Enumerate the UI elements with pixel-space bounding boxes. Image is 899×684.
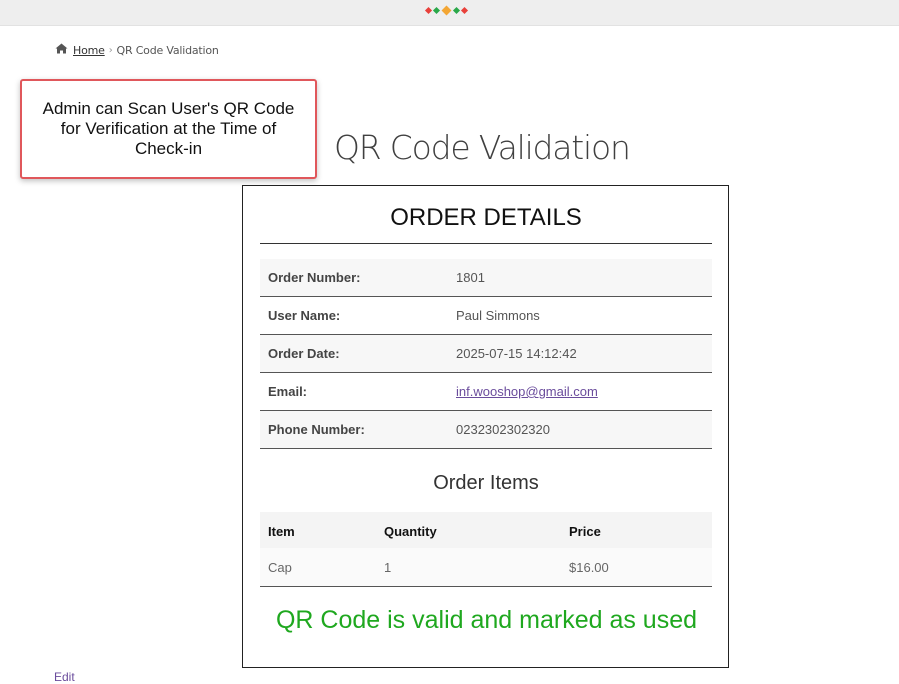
- detail-row-user-name: User Name: Paul Simmons: [260, 297, 712, 335]
- loading-dots-icon: [424, 5, 476, 18]
- detail-row-order-date: Order Date: 2025-07-15 14:12:42: [260, 335, 712, 373]
- edit-link[interactable]: Edit: [54, 670, 75, 684]
- column-header-price: Price: [569, 524, 601, 539]
- breadcrumb-home-link[interactable]: Home: [73, 44, 105, 57]
- column-header-quantity: Quantity: [384, 524, 437, 539]
- detail-label: Email:: [268, 384, 308, 399]
- item-name: Cap: [268, 560, 292, 575]
- detail-value: 2025-07-15 14:12:42: [456, 346, 577, 361]
- detail-value: Paul Simmons: [456, 308, 540, 323]
- breadcrumb: Home › QR Code Validation: [55, 43, 219, 57]
- detail-value: 0232302302320: [456, 422, 550, 437]
- home-icon: [55, 43, 68, 57]
- top-bar: [0, 0, 899, 26]
- order-details-table: Order Number: 1801 User Name: Paul Simmo…: [260, 259, 712, 449]
- detail-row-email: Email: inf.wooshop@gmail.com: [260, 373, 712, 411]
- detail-label: User Name:: [268, 308, 341, 323]
- detail-row-order-number: Order Number: 1801: [260, 259, 712, 297]
- detail-row-phone-number: Phone Number: 0232302302320: [260, 411, 712, 449]
- annotation-callout: Admin can Scan User's QR Code for Verifi…: [20, 79, 317, 179]
- breadcrumb-separator: ›: [108, 44, 113, 56]
- email-link[interactable]: inf.wooshop@gmail.com: [456, 384, 598, 399]
- items-table-header: Item Quantity Price: [260, 512, 712, 548]
- validation-status-message: QR Code is valid and marked as used: [275, 606, 698, 634]
- detail-label: Order Date:: [268, 346, 340, 361]
- order-items-table: Item Quantity Price Cap 1 $16.00: [260, 512, 712, 587]
- order-details-panel: ORDER DETAILS Order Number: 1801 User Na…: [242, 185, 729, 668]
- order-items-heading: Order Items: [433, 472, 539, 494]
- detail-label: Phone Number:: [268, 422, 365, 437]
- detail-value: 1801: [456, 270, 485, 285]
- detail-label: Order Number:: [268, 270, 361, 285]
- item-quantity: 1: [384, 560, 392, 575]
- table-row: Cap 1 $16.00: [260, 548, 712, 587]
- heading-divider: [260, 243, 712, 244]
- order-details-heading: ORDER DETAILS: [390, 204, 582, 231]
- item-price: $16.00: [569, 560, 609, 575]
- callout-text: Admin can Scan User's QR Code for Verifi…: [42, 99, 295, 158]
- breadcrumb-current: QR Code Validation: [116, 43, 219, 57]
- column-header-item: Item: [268, 524, 295, 539]
- page-title: QR Code Validation: [334, 128, 631, 167]
